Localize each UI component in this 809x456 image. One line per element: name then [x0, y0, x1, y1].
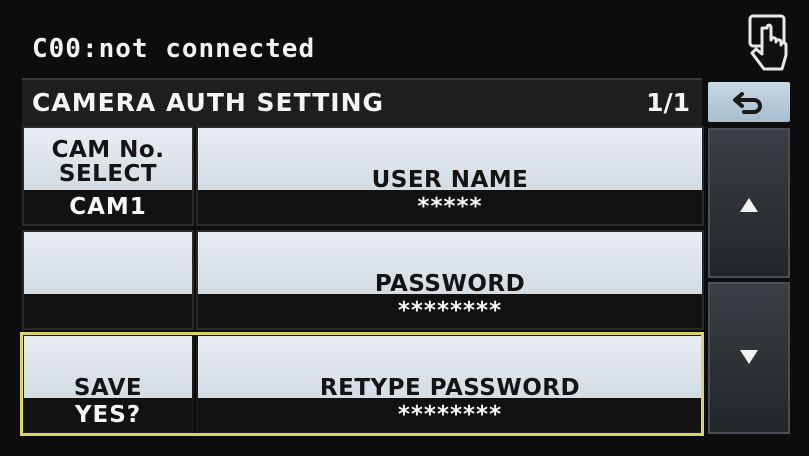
- page-title: CAMERA AUTH SETTING: [32, 88, 385, 117]
- scroll-down-button[interactable]: [708, 282, 790, 434]
- page-indicator: 1/1: [646, 88, 690, 117]
- screen: C00:not connected CAMERA AUTH SETTING 1/…: [0, 0, 809, 456]
- status-bar: C00:not connected: [18, 6, 798, 76]
- back-arrow-icon: [733, 92, 762, 114]
- touch-hand-icon[interactable]: [746, 14, 790, 76]
- password-label: PASSWORD: [374, 271, 526, 297]
- password-cell[interactable]: PASSWORD ********: [196, 230, 704, 330]
- row-retype-password: SAVE YES? RETYPE PASSWORD ********: [20, 332, 704, 436]
- scroll-up-button[interactable]: [708, 128, 790, 278]
- username-cell[interactable]: USER NAME *****: [196, 126, 704, 226]
- arrow-down-icon: [740, 350, 758, 364]
- save-label: SAVE: [73, 375, 143, 401]
- back-button[interactable]: [708, 82, 790, 122]
- connection-status: C00:not connected: [32, 34, 316, 64]
- cam-select-cell[interactable]: CAM No. SELECT CAM1: [22, 126, 194, 226]
- username-value: *****: [198, 190, 702, 224]
- username-label: USER NAME: [371, 167, 529, 193]
- title-bar: CAMERA AUTH SETTING 1/1: [22, 78, 702, 126]
- arrow-up-icon: [740, 198, 758, 212]
- row-password: PASSWORD ********: [22, 230, 704, 332]
- retype-password-label: RETYPE PASSWORD: [319, 375, 581, 401]
- cam-select-label: CAM No. SELECT: [51, 137, 165, 187]
- auth-settings-table: CAM No. SELECT CAM1 USER NAME ***** PASS…: [20, 126, 704, 436]
- empty-left-cell: [22, 230, 194, 330]
- row-username: CAM No. SELECT CAM1 USER NAME *****: [22, 126, 704, 228]
- retype-password-cell[interactable]: RETYPE PASSWORD ********: [196, 334, 704, 434]
- cam-select-value: CAM1: [24, 190, 192, 224]
- password-value: ********: [198, 294, 702, 328]
- retype-password-value: ********: [198, 398, 702, 432]
- save-cell[interactable]: SAVE YES?: [22, 334, 194, 434]
- empty-left-value: [24, 294, 192, 328]
- save-value: YES?: [24, 398, 192, 432]
